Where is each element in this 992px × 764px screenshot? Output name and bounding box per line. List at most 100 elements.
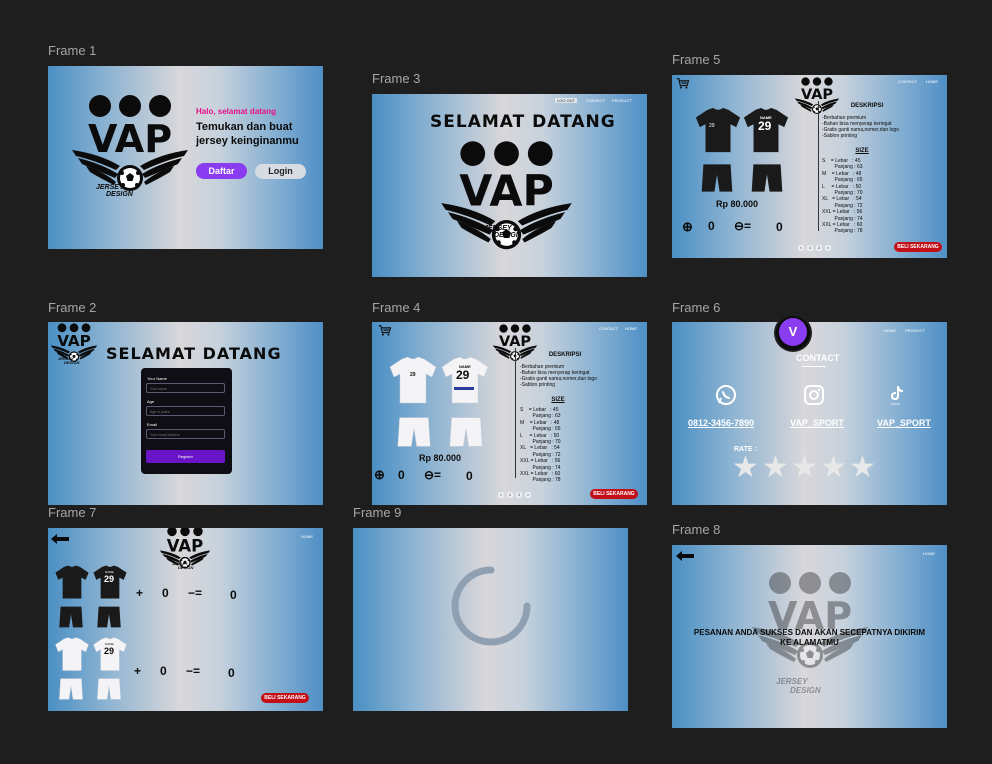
nav-contact[interactable]: CONTACT bbox=[898, 79, 917, 84]
plus-button[interactable]: ⊕ bbox=[682, 219, 693, 235]
plus-button[interactable]: + bbox=[134, 664, 141, 678]
frame-7-label: Frame 7 bbox=[48, 505, 97, 520]
frame-3-label: Frame 3 bbox=[372, 71, 421, 86]
price: Rp 80.000 bbox=[419, 453, 462, 463]
tiktok-icon[interactable] bbox=[889, 385, 905, 401]
rating-star-4[interactable]: ★ bbox=[820, 450, 847, 485]
page-prev[interactable]: < bbox=[798, 245, 804, 251]
black-shorts-back bbox=[96, 604, 122, 630]
pagination[interactable]: <1 2 > bbox=[798, 245, 831, 251]
logo-tagline: JERSEY DESIGN bbox=[484, 225, 521, 239]
price: Rp 80.000 bbox=[716, 199, 759, 209]
whatsapp-icon[interactable] bbox=[715, 384, 737, 406]
back-arrow-icon[interactable] bbox=[676, 551, 694, 561]
beli-sekarang-button[interactable]: BELI SEKARANG bbox=[261, 693, 309, 703]
frame-2-label: Frame 2 bbox=[48, 300, 97, 315]
frame-2: JERSEY DESIGN SELAMAT DATANG Your Name Yo… bbox=[48, 322, 323, 505]
minus-button[interactable]: −= bbox=[186, 664, 200, 678]
description-panel: DESKRIPSI -Berbahan premium -Bahan bisa … bbox=[520, 352, 610, 484]
nav-home[interactable]: HOME bbox=[301, 534, 313, 539]
daftar-button[interactable]: Daftar bbox=[196, 163, 247, 179]
frame-5-label: Frame 5 bbox=[672, 52, 721, 67]
plus-button[interactable]: + bbox=[136, 586, 143, 600]
page-next[interactable]: > bbox=[825, 245, 831, 251]
name-label: Your Name bbox=[147, 376, 167, 381]
nav-home[interactable]: HOME bbox=[625, 326, 637, 331]
register-button[interactable]: Register bbox=[146, 450, 225, 463]
nav-product[interactable]: PRODUCT bbox=[612, 98, 632, 103]
size-table: S = Lebar : 45 Panjang : 63 M = Lebar : … bbox=[520, 407, 561, 484]
frame-4-label: Frame 4 bbox=[372, 300, 421, 315]
page-next[interactable]: > bbox=[525, 492, 531, 498]
size-table: S = Lebar : 45 Panjang : 63 M = Lebar : … bbox=[822, 158, 863, 235]
cart-icon[interactable] bbox=[378, 325, 392, 336]
rating-star-5[interactable]: ★ bbox=[849, 450, 876, 485]
black-jersey-front bbox=[694, 105, 742, 155]
nav-home[interactable]: HOME bbox=[923, 551, 935, 556]
instagram-icon[interactable] bbox=[803, 384, 825, 406]
logo-tagline: JERSEY DESIGN bbox=[172, 561, 194, 570]
description-item: -Sablon printing bbox=[520, 382, 556, 388]
beli-sekarang-button[interactable]: BELI SEKARANG bbox=[894, 242, 942, 252]
logo-tagline: JERSEY DESIGN bbox=[96, 184, 133, 198]
jersey-number: 29 bbox=[456, 368, 470, 382]
plus-button[interactable]: ⊕ bbox=[374, 467, 385, 483]
success-message: PESANAN ANDA SUKSES DAN AKAN SECEPATNYA … bbox=[693, 628, 926, 647]
frame-3: LOG OUT CONTACT PRODUCT SELAMAT DATANG J… bbox=[372, 94, 647, 277]
nav-logout[interactable]: LOG OUT bbox=[555, 98, 578, 103]
name-input[interactable]: Your name bbox=[146, 383, 225, 393]
pagination[interactable]: <1 2 > bbox=[498, 492, 531, 498]
size-title: SIZE bbox=[855, 148, 869, 154]
page-1[interactable]: 1 bbox=[507, 492, 513, 498]
white-jersey-front bbox=[54, 636, 90, 672]
register-form: Your Name Your name Age Age in years Ema… bbox=[141, 368, 232, 474]
white-shorts-back bbox=[448, 414, 484, 450]
loading-spinner-icon bbox=[451, 566, 531, 646]
phone-link[interactable]: 0812-3456-7890 bbox=[688, 418, 754, 428]
quantity-value-2: 0 bbox=[228, 666, 235, 680]
nav-contact[interactable]: CONTACT bbox=[599, 326, 618, 331]
login-button[interactable]: Login bbox=[255, 164, 306, 179]
page-prev[interactable]: < bbox=[498, 492, 504, 498]
jersey-number: 29 bbox=[104, 646, 115, 656]
welcome-title: SELAMAT DATANG bbox=[430, 112, 616, 132]
instagram-link[interactable]: VAP_SPORT bbox=[790, 418, 844, 428]
frame-7: JERSEY DESIGN HOME NAME 29 + 0 −= 0 NAME … bbox=[48, 528, 323, 711]
logo-tagline: JERSEY DESIGN bbox=[58, 356, 80, 365]
size-title: SIZE bbox=[551, 397, 565, 403]
nav-product[interactable]: PRODUCT bbox=[905, 328, 925, 333]
jersey-number-small: 29 bbox=[709, 123, 715, 129]
rating-star-3[interactable]: ★ bbox=[791, 450, 818, 485]
minus-button[interactable]: ⊖= bbox=[424, 468, 441, 482]
frame-6: V HOME PRODUCT CONTACT TikTok 0812-3456-… bbox=[672, 316, 947, 505]
page-2[interactable]: 2 bbox=[816, 245, 822, 251]
quantity-value: 0 bbox=[398, 468, 405, 482]
back-arrow-icon[interactable] bbox=[51, 534, 69, 544]
avatar[interactable]: V bbox=[779, 318, 807, 346]
page-2[interactable]: 2 bbox=[516, 492, 522, 498]
nav-contact[interactable]: CONTACT bbox=[586, 98, 605, 103]
frame-6-label: Frame 6 bbox=[672, 300, 721, 315]
minus-button[interactable]: −= bbox=[188, 586, 202, 600]
tiktok-link[interactable]: VAP_SPORT bbox=[877, 418, 931, 428]
rating-star-2[interactable]: ★ bbox=[762, 450, 789, 485]
vap-logo-watermark bbox=[750, 571, 870, 681]
minus-button[interactable]: ⊖= bbox=[734, 219, 751, 233]
nav-home[interactable]: HOME bbox=[926, 79, 938, 84]
rating-star-1[interactable]: ★ bbox=[732, 450, 759, 485]
cart-icon[interactable] bbox=[676, 78, 690, 89]
page-1[interactable]: 1 bbox=[807, 245, 813, 251]
email-input[interactable]: Your email address bbox=[146, 429, 225, 439]
white-shorts-front bbox=[396, 414, 432, 450]
frame-5: CONTACT HOME 29 NAME 29 Rp 80.000 ⊕ 0 ⊖=… bbox=[672, 75, 947, 258]
quantity-value: 0 bbox=[162, 586, 169, 600]
description-title: DESKRIPSI bbox=[548, 352, 582, 358]
contact-underline bbox=[802, 366, 826, 367]
age-input[interactable]: Age in years bbox=[146, 406, 225, 416]
email-label: Email bbox=[147, 422, 158, 427]
beli-sekarang-button[interactable]: BELI SEKARANG bbox=[590, 489, 638, 499]
quantity-value-2: 0 bbox=[776, 220, 783, 234]
frame-8-label: Frame 8 bbox=[672, 522, 721, 537]
nav-home[interactable]: HOME bbox=[884, 328, 896, 333]
white-shorts-front bbox=[58, 676, 84, 702]
